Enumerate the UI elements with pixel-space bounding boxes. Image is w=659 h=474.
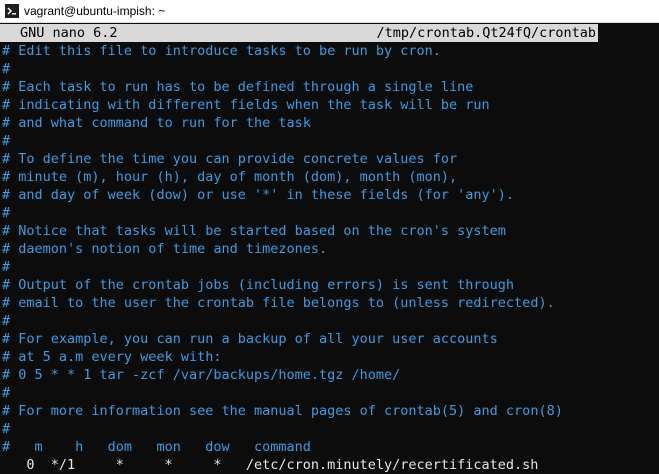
comment-text: Edit this file to introduce tasks to be … xyxy=(10,43,441,59)
terminal-area[interactable]: GNU nano 6.2 /tmp/crontab.Qt24fQ/crontab… xyxy=(0,22,659,474)
comment-text: 0 5 * * 1 tar -zcf /var/backups/home.tgz… xyxy=(10,367,401,383)
comment-text: daemon's notion of time and timezones. xyxy=(10,241,328,257)
comment-marker: # xyxy=(2,313,11,329)
comment-marker: # xyxy=(2,259,11,275)
editor-line[interactable]: # xyxy=(2,312,10,330)
comment-text: Notice that tasks will be started based … xyxy=(10,223,506,239)
editor-line[interactable]: # Output of the crontab jobs (including … xyxy=(2,276,514,294)
comment-text: and what command to run for the task xyxy=(10,115,311,131)
editor-line[interactable]: # To define the time you can provide con… xyxy=(2,150,457,168)
editor-line[interactable]: # email to the user the crontab file bel… xyxy=(2,294,555,312)
editor-line[interactable]: # indicating with different fields when … xyxy=(2,96,490,114)
editor-line[interactable]: # Notice that tasks will be started base… xyxy=(2,222,506,240)
comment-marker: # xyxy=(2,187,11,203)
comment-text: For example, you can run a backup of all… xyxy=(10,331,498,347)
comment-marker: # xyxy=(2,61,11,77)
comment-marker: # xyxy=(2,241,11,257)
comment-marker: # xyxy=(2,421,11,437)
comment-marker: # xyxy=(2,331,11,347)
comment-marker: # xyxy=(2,115,11,131)
editor-line[interactable]: # xyxy=(2,132,10,150)
comment-text: minute (m), hour (h), day of month (dom)… xyxy=(10,169,458,185)
window-titlebar: vagrant@ubuntu-impish: ~ xyxy=(0,0,659,23)
comment-marker: # xyxy=(2,205,11,221)
editor-line[interactable]: # xyxy=(2,60,10,78)
nano-version: GNU nano 6.2 xyxy=(20,25,118,41)
editor-line[interactable]: # at 5 a.m every week with: xyxy=(2,348,221,366)
editor-line[interactable]: # xyxy=(2,384,10,402)
editor-line[interactable]: # Edit this file to introduce tasks to b… xyxy=(2,42,441,60)
comment-marker: # xyxy=(2,385,11,401)
comment-marker: # xyxy=(2,79,11,95)
cron-job-text: 0 */1 * * * /etc/cron.minutely/recertifi… xyxy=(2,457,539,473)
terminal-icon xyxy=(4,3,20,19)
editor-line[interactable]: # xyxy=(2,204,10,222)
editor-line[interactable]: # and what command to run for the task xyxy=(2,114,311,132)
editor-line[interactable]: # xyxy=(2,420,10,438)
comment-text: indicating with different fields when th… xyxy=(10,97,490,113)
editor-line[interactable]: # For example, you can run a backup of a… xyxy=(2,330,498,348)
comment-marker: # xyxy=(2,151,11,167)
comment-marker: # xyxy=(2,295,11,311)
editor-line[interactable]: # daemon's notion of time and timezones. xyxy=(2,240,327,258)
editor-line[interactable]: # minute (m), hour (h), day of month (do… xyxy=(2,168,457,186)
comment-text: at 5 a.m every week with: xyxy=(10,349,222,365)
comment-marker: # xyxy=(2,349,11,365)
nano-header-bar: GNU nano 6.2 /tmp/crontab.Qt24fQ/crontab xyxy=(0,24,598,42)
comment-text: To define the time you can provide concr… xyxy=(10,151,458,167)
comment-marker: # xyxy=(2,133,11,149)
comment-text: Each task to run has to be defined throu… xyxy=(10,79,474,95)
editor-line[interactable]: # 0 5 * * 1 tar -zcf /var/backups/home.t… xyxy=(2,366,400,384)
editor-line[interactable]: # For more information see the manual pa… xyxy=(2,402,563,420)
comment-marker: # xyxy=(2,43,11,59)
comment-text: and day of week (dow) or use '*' in thes… xyxy=(10,187,515,203)
window-title: vagrant@ubuntu-impish: ~ xyxy=(24,4,166,18)
comment-marker: # xyxy=(2,439,11,455)
editor-line[interactable]: # and day of week (dow) or use '*' in th… xyxy=(2,186,514,204)
comment-text: email to the user the crontab file belon… xyxy=(10,295,555,311)
comment-text: For more information see the manual page… xyxy=(10,403,563,419)
editor-line[interactable]: # xyxy=(2,258,10,276)
comment-text: Output of the crontab jobs (including er… xyxy=(10,277,515,293)
nano-filename: /tmp/crontab.Qt24fQ/crontab xyxy=(376,25,596,41)
comment-marker: # xyxy=(2,169,11,185)
comment-marker: # xyxy=(2,223,11,239)
comment-marker: # xyxy=(2,97,11,113)
cron-job-line[interactable]: 0 */1 * * * /etc/cron.minutely/recertifi… xyxy=(2,456,538,474)
comment-marker: # xyxy=(2,367,11,383)
editor-line[interactable]: # m h dom mon dow command xyxy=(2,438,311,456)
comment-text: m h dom mon dow command xyxy=(10,439,311,455)
editor-line[interactable]: # Each task to run has to be defined thr… xyxy=(2,78,473,96)
comment-marker: # xyxy=(2,403,11,419)
comment-marker: # xyxy=(2,277,11,293)
